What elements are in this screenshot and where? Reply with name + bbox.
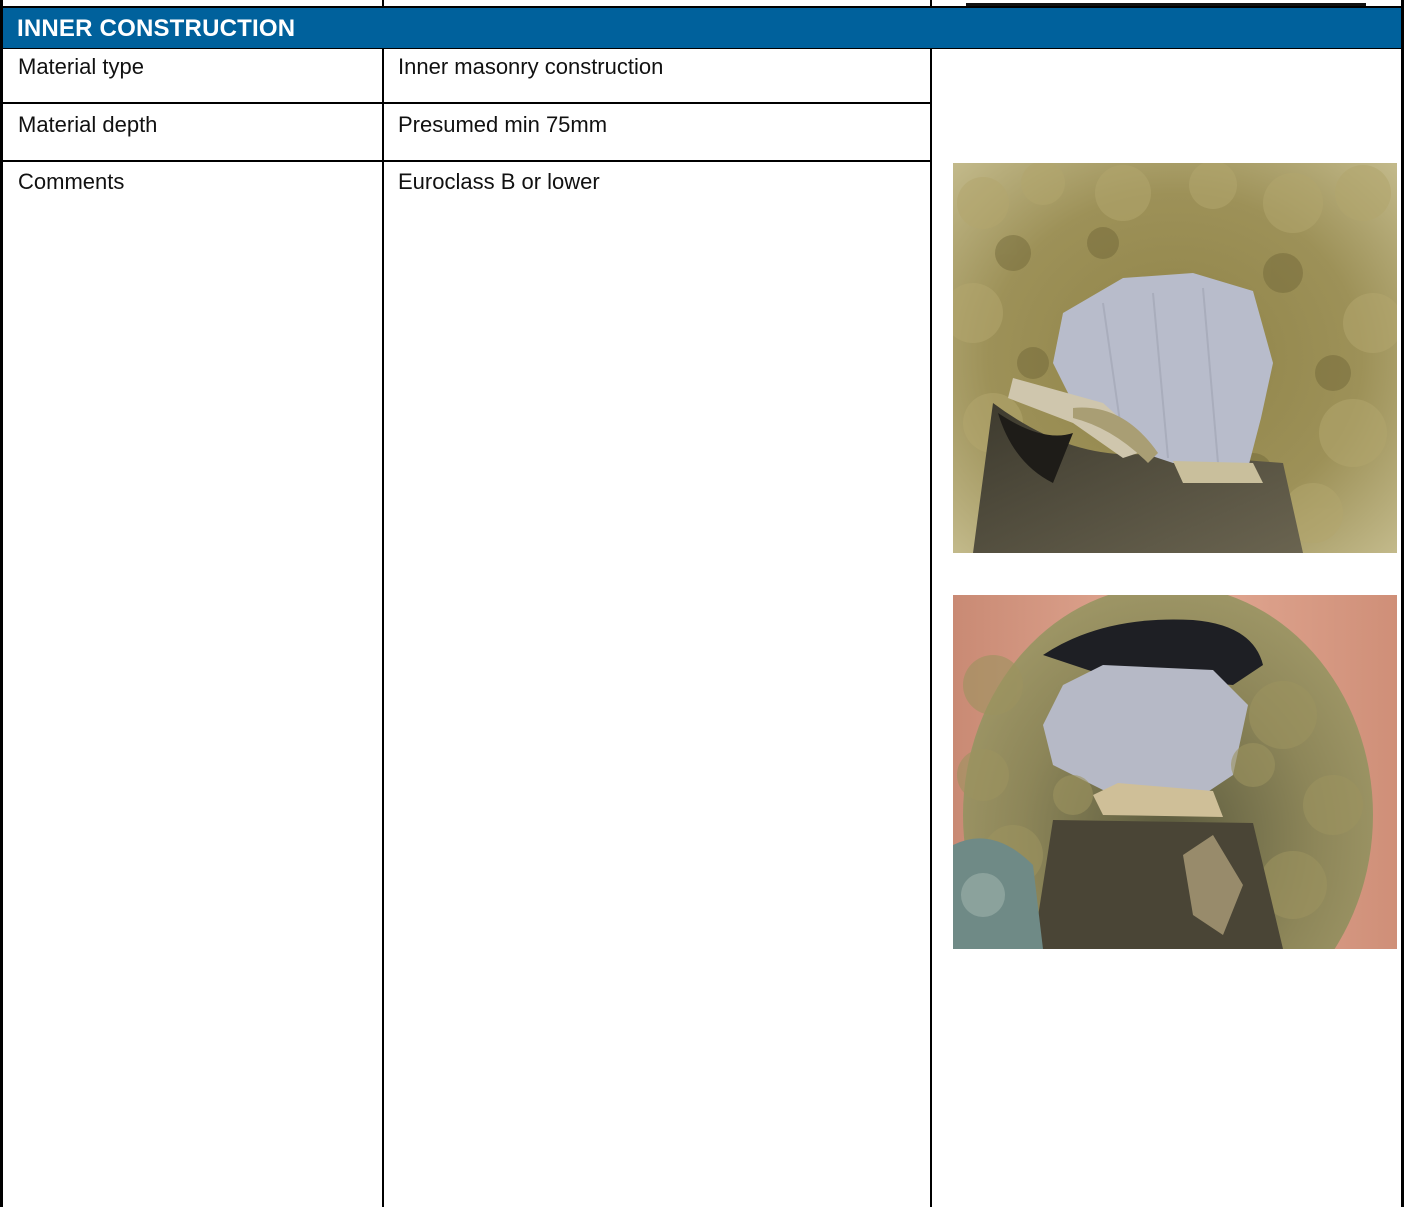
previous-table-fragment: [0, 0, 1404, 8]
cavity-insulation-photo-1: [953, 163, 1397, 553]
section-title: INNER CONSTRUCTION: [17, 15, 296, 42]
row-divider: [3, 102, 932, 104]
cavity-insulation-photo-2: [953, 595, 1397, 949]
document-page: INNER CONSTRUCTION Material type Inner m…: [0, 0, 1408, 1207]
column-divider: [382, 49, 384, 1207]
material-depth-label: Material depth: [18, 112, 158, 137]
row-divider: [3, 160, 932, 162]
comments-label: Comments: [18, 169, 125, 194]
section-header: INNER CONSTRUCTION: [0, 8, 1404, 48]
comments-value: Euroclass B or lower: [398, 169, 600, 194]
construction-table: Material type Inner masonry construction…: [0, 48, 1404, 1207]
material-depth-value: Presumed min 75mm: [398, 112, 608, 137]
material-type-value: Inner masonry construction: [398, 54, 664, 79]
column-divider: [930, 49, 932, 1207]
material-type-label: Material type: [18, 54, 144, 79]
